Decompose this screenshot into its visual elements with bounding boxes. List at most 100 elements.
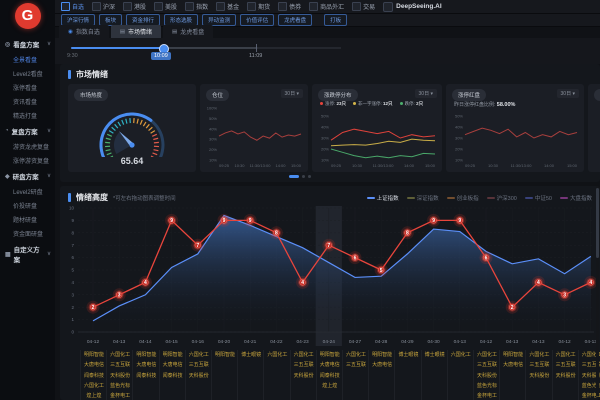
stock-name[interactable]: 六国化工	[81, 381, 107, 391]
research-icon: ◆	[5, 173, 10, 180]
sidebar-section-title: 看盘方案	[13, 39, 39, 49]
range-dropdown[interactable]: 30日 ▾	[415, 89, 437, 98]
stock-name[interactable]: 六国化工	[186, 350, 212, 360]
stock-name[interactable]: 三五互联	[526, 360, 552, 370]
sidebar-section-header[interactable]: ◎看盘方案∨	[0, 35, 55, 52]
sidebar-item[interactable]: Level2研盘	[0, 184, 55, 198]
stock-name[interactable]: 大唐电信	[160, 360, 186, 370]
stock-name[interactable]: 六国化工	[474, 350, 500, 360]
stock-name[interactable]: 三五互联	[474, 360, 500, 370]
stock-name[interactable]: 明阳智能	[500, 350, 526, 360]
stock-name[interactable]: 六国化工	[291, 350, 317, 360]
stock-name[interactable]: 闻泰科技	[133, 371, 159, 381]
legend-item-沪深300[interactable]: 沪深300	[487, 194, 517, 202]
svg-text:9: 9	[249, 218, 252, 224]
stock-name[interactable]: 煌上煌	[81, 391, 107, 400]
stock-name[interactable]: 天科股份	[291, 371, 317, 381]
sidebar-section-header[interactable]: ◆研盘方案∨	[0, 167, 55, 184]
nav-item-4[interactable]: 指数	[185, 2, 208, 11]
sidebar-item[interactable]: 全景看盘	[0, 52, 55, 66]
stock-name[interactable]: 明阳智能	[317, 350, 343, 360]
stock-name[interactable]: 大唐电信	[500, 360, 526, 370]
nav-item-0[interactable]: 自选	[61, 2, 84, 11]
sidebar-section-header[interactable]: ◔复盘方案∨	[0, 122, 55, 139]
stock-name[interactable]: 明阳智能	[160, 350, 186, 360]
stock-name[interactable]: 蓝色光标	[474, 381, 500, 391]
sidebar-item[interactable]: 题材研盘	[0, 212, 55, 226]
stock-name[interactable]: 六国化工	[264, 350, 290, 360]
stock-name[interactable]: 闻泰科技	[160, 371, 186, 381]
stock-name[interactable]: 大唐电信	[133, 360, 159, 370]
stock-name[interactable]: 博士眼镜	[395, 350, 421, 360]
legend-item-大盘指数[interactable]: 大盘指数	[560, 194, 592, 202]
stock-name[interactable]: 天科股份	[474, 371, 500, 381]
nav-item-8[interactable]: 商品外汇	[309, 2, 344, 11]
stock-name[interactable]: 六国化工	[526, 350, 552, 360]
legend-item[interactable]: 跌停: 2只	[400, 101, 424, 107]
stock-name[interactable]: 天科股份	[186, 371, 212, 381]
sidebar-item[interactable]: 精选打盘	[0, 108, 55, 122]
stock-name[interactable]: 煌上煌	[317, 381, 343, 391]
stock-name[interactable]: 大唐电信	[317, 360, 343, 370]
legend-item-上证指数[interactable]: 上证指数	[367, 194, 399, 202]
range-dropdown[interactable]: 30日 ▾	[557, 89, 579, 98]
sidebar-item[interactable]: 资讯看盘	[0, 94, 55, 108]
stock-name[interactable]: 六国化工	[553, 350, 579, 360]
stock-name[interactable]: 明阳智能	[81, 350, 107, 360]
sidebar-item[interactable]: Level2看盘	[0, 66, 55, 80]
toolbar-button[interactable]: 打板	[324, 14, 347, 26]
stock-name[interactable]: 博士眼镜	[238, 350, 264, 360]
stock-name[interactable]: 明阳智能	[133, 350, 159, 360]
stock-name[interactable]: 明阳智能	[212, 350, 238, 360]
panel-pagination[interactable]	[0, 175, 600, 178]
stock-name[interactable]: 大唐电信	[369, 360, 395, 370]
stock-column-04-28: 明阳智能大唐电信	[368, 350, 395, 400]
stock-name[interactable]: 天科股份	[553, 371, 579, 381]
nav-item-7[interactable]: 债券	[278, 2, 301, 11]
legend-dash	[487, 197, 495, 199]
legend-item[interactable]: 非一字涨停: 12只	[353, 101, 393, 107]
stock-name[interactable]: 六国化工	[343, 350, 369, 360]
sidebar-item[interactable]: 游资龙虎复盘	[0, 139, 55, 153]
stock-name[interactable]: 蓝色光标	[107, 381, 133, 391]
stock-name[interactable]: 六国化工	[448, 350, 474, 360]
stock-name[interactable]: 博士眼镜	[422, 350, 448, 360]
stock-name[interactable]: 三五互联	[553, 360, 579, 370]
stock-name[interactable]: 金杯电工	[474, 391, 500, 400]
sidebar-section-header[interactable]: ▦自定义方案∨	[0, 240, 55, 267]
stock-name[interactable]: 闻泰科技	[81, 371, 107, 381]
stock-name[interactable]: 大唐电信	[81, 360, 107, 370]
nav-item-3[interactable]: 美股	[154, 2, 177, 11]
nav-item-9[interactable]: 交易	[352, 2, 375, 11]
stock-name[interactable]: 三五互联	[107, 360, 133, 370]
toolbar-button[interactable]: 龙虎看盘	[278, 14, 312, 26]
stock-name[interactable]: 天科股份	[526, 371, 552, 381]
sidebar-item[interactable]: 涨停看盘	[0, 80, 55, 94]
range-dropdown[interactable]: 30日 ▾	[281, 89, 303, 98]
nav-item-2[interactable]: 港股	[123, 2, 146, 11]
sidebar-item[interactable]: 资金面研盘	[0, 226, 55, 240]
toolbar-button[interactable]: 价值评估	[240, 14, 274, 26]
legend-item-创业板指[interactable]: 创业板指	[447, 194, 479, 202]
stock-name[interactable]: 闻泰科技	[317, 371, 343, 381]
stock-name[interactable]: 六国化工	[107, 350, 133, 360]
stock-name[interactable]: 明阳智能	[369, 350, 395, 360]
legend-item-深证指数[interactable]: 深证指数	[407, 194, 439, 202]
tab-指数自选[interactable]: ◉指数自选	[59, 25, 109, 38]
stock-name[interactable]: 三五互联	[186, 360, 212, 370]
sentiment-height-chart: 01234567891004-1204-1304-1404-1504-1604-…	[64, 204, 598, 348]
sidebar-item[interactable]: 涨停游资复盘	[0, 153, 55, 167]
sidebar-item[interactable]: 价投研盘	[0, 198, 55, 212]
nav-item-1[interactable]: 沪深	[92, 2, 115, 11]
stock-name[interactable]: 天科股份	[107, 371, 133, 381]
tab-市场情绪[interactable]: ▤市场情绪	[111, 25, 161, 38]
nav-item-5[interactable]: 基金	[216, 2, 239, 11]
legend-item[interactable]: 涨停: 23只	[320, 101, 346, 107]
stock-name[interactable]: 金杯电工	[107, 391, 133, 400]
scrollbar[interactable]	[596, 186, 599, 396]
tab-龙虎看盘[interactable]: ▤龙虎看盘	[163, 25, 213, 38]
stock-name[interactable]: 三五互联	[343, 360, 369, 370]
stock-name[interactable]: 三五互联	[291, 360, 317, 370]
nav-item-6[interactable]: 期货	[247, 2, 270, 11]
legend-item-中证50[interactable]: 中证50	[525, 194, 552, 202]
